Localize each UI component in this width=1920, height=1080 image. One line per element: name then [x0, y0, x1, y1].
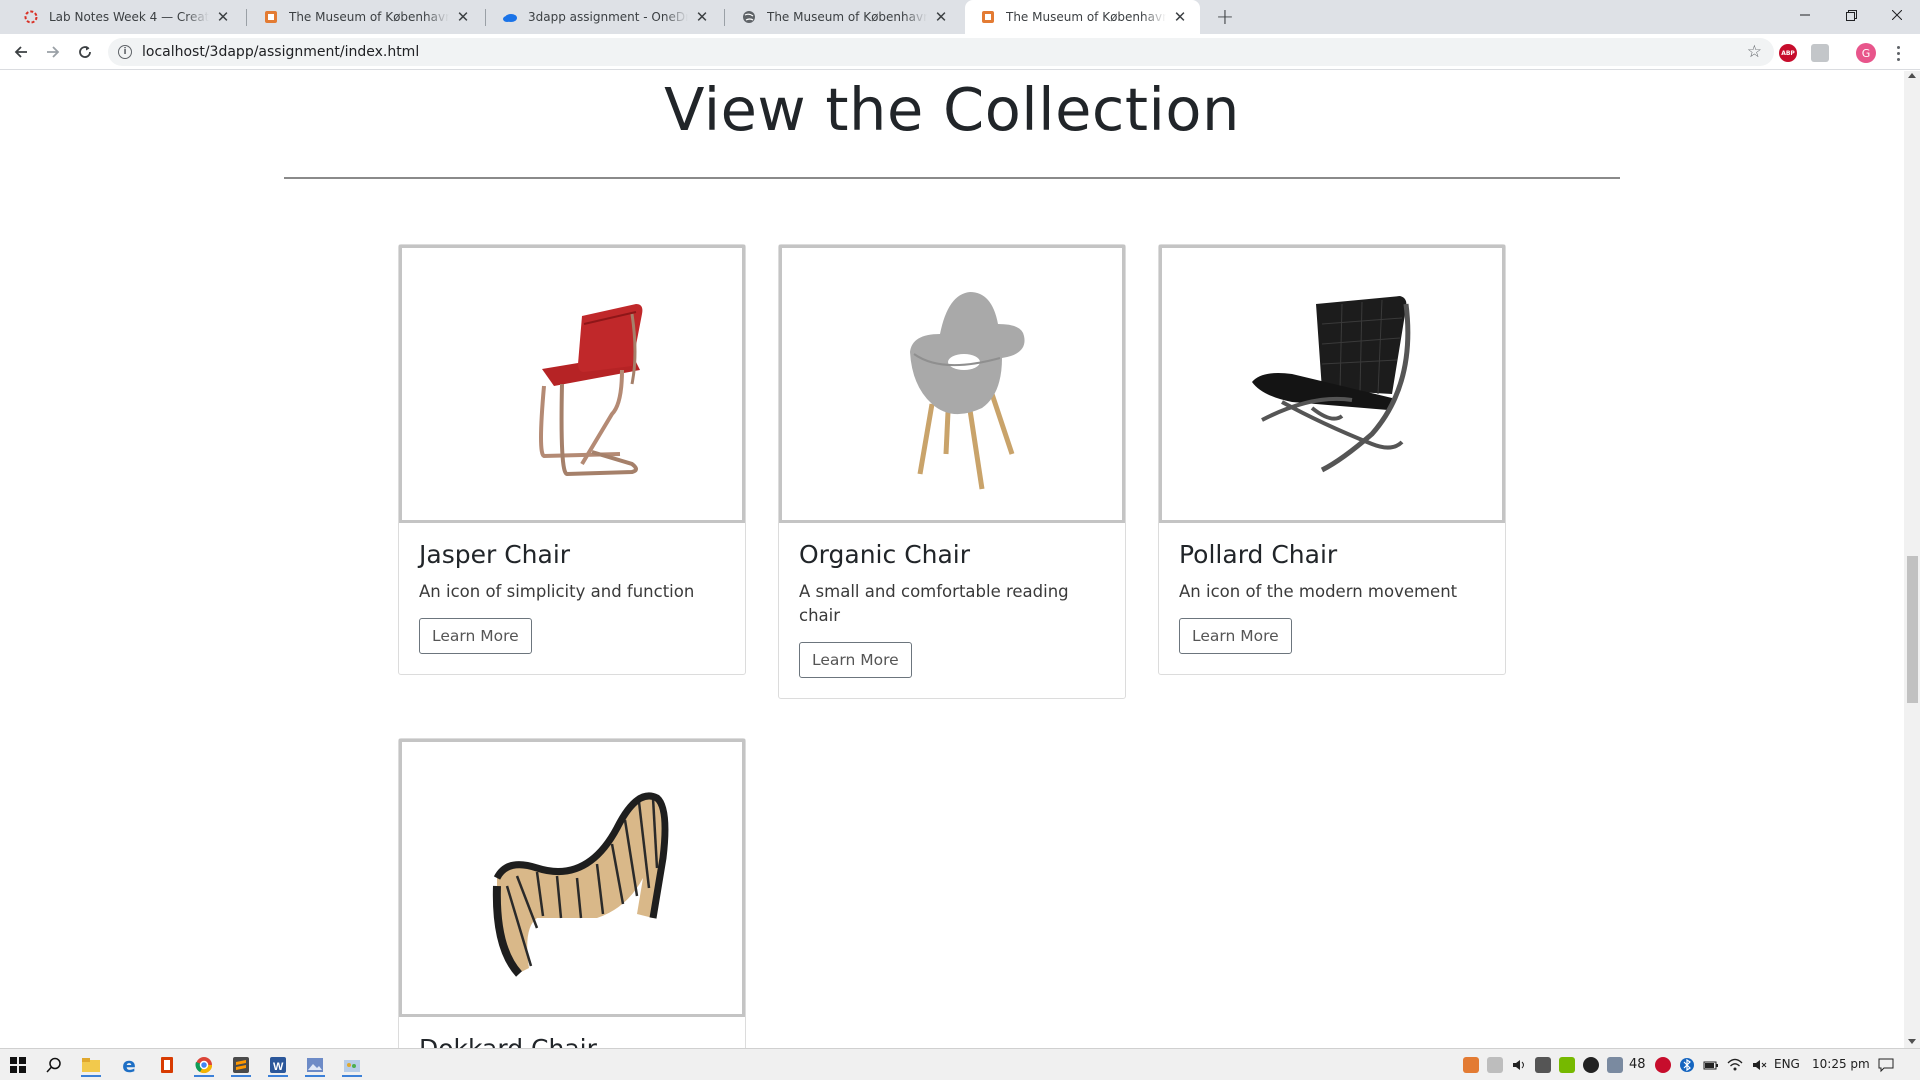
tab-museum-2[interactable]: The Museum of København ✕	[726, 0, 961, 34]
red-chair-image	[539, 304, 643, 477]
html5-tray-icon[interactable]	[1463, 1057, 1479, 1073]
collection-card-dokkard: Dokkard Chair	[398, 738, 746, 1048]
page-title: View the Collection	[664, 75, 1240, 144]
chair-image-jasper	[399, 245, 745, 523]
html5-icon	[263, 9, 279, 25]
globe-icon	[741, 9, 757, 25]
reload-icon	[79, 46, 91, 58]
card-title: Jasper Chair	[419, 540, 571, 569]
more-menu-icon[interactable]	[1890, 43, 1906, 63]
sync-tray-icon[interactable]	[1583, 1057, 1599, 1073]
tab-title: The Museum of København	[289, 10, 449, 24]
tab-museum-1[interactable]: The Museum of København ✕	[248, 0, 483, 34]
page-viewport: View the Collection Jasper Chair An icon…	[0, 71, 1920, 1048]
tab-museum-active[interactable]: The Museum of København ✕	[965, 0, 1200, 34]
learn-more-button[interactable]: Learn More	[799, 642, 912, 678]
reload-button[interactable]	[71, 38, 99, 66]
tab-title: 3dapp assignment - OneDrive	[528, 10, 688, 24]
divider	[284, 177, 1620, 179]
svg-text:W: W	[273, 1061, 284, 1073]
alert-tray-icon[interactable]	[1655, 1057, 1671, 1073]
card-title: Dokkard Chair	[419, 1034, 725, 1048]
keyboard-tray-icon[interactable]	[1535, 1057, 1551, 1073]
close-icon[interactable]: ✕	[694, 8, 710, 26]
tab-title: The Museum of København	[1006, 10, 1166, 24]
tray-count: 48	[1629, 1057, 1646, 1072]
cloud-icon	[502, 9, 518, 25]
file-explorer-icon[interactable]	[79, 1053, 103, 1077]
page-scrollbar[interactable]	[1904, 71, 1920, 1048]
chair-image-dokkard	[399, 739, 745, 1017]
grey-chair-image	[910, 292, 1025, 490]
search-icon[interactable]	[42, 1053, 66, 1077]
chair-image-pollard	[1159, 245, 1505, 523]
paint-icon[interactable]	[340, 1053, 364, 1077]
back-button[interactable]	[7, 38, 35, 66]
learn-more-button[interactable]: Learn More	[1179, 618, 1292, 654]
scroll-up-arrow-icon[interactable]	[1908, 73, 1916, 78]
avatar[interactable]: G	[1856, 43, 1876, 63]
info-icon[interactable]: i	[118, 45, 132, 59]
scroll-down-arrow-icon[interactable]	[1908, 1039, 1916, 1044]
card-description: A small and comfortable reading chair	[799, 582, 1069, 625]
learn-more-button[interactable]: Learn More	[419, 618, 532, 654]
close-icon[interactable]: ✕	[455, 8, 471, 26]
windows-start-icon[interactable]	[6, 1053, 30, 1077]
tab-title: Lab Notes Week 4 — Create a basic	[49, 10, 209, 24]
bluetooth-icon[interactable]	[1679, 1057, 1695, 1073]
card-title: Pollard Chair	[1179, 540, 1338, 569]
windows-taskbar: e W 48 ENG 10:25 pm	[0, 1048, 1920, 1080]
chair-image-organic	[779, 245, 1125, 523]
wifi-icon[interactable]	[1727, 1057, 1743, 1073]
image-viewer-icon[interactable]	[303, 1053, 327, 1077]
tab-lab-notes[interactable]: Lab Notes Week 4 — Create a basic ✕	[8, 0, 243, 34]
office-icon[interactable]	[155, 1053, 179, 1077]
collection-card-jasper: Jasper Chair An icon of simplicity and f…	[398, 244, 746, 675]
close-icon[interactable]: ✕	[215, 8, 231, 26]
sublime-icon[interactable]	[229, 1053, 253, 1077]
card-description: An icon of the modern movement	[1179, 582, 1458, 601]
close-window-button[interactable]	[1874, 0, 1920, 30]
scroll-thumb[interactable]	[1907, 556, 1918, 703]
word-icon[interactable]: W	[266, 1053, 290, 1077]
collection-card-pollard: Pollard Chair An icon of the modern move…	[1158, 244, 1506, 675]
app-tray-icon[interactable]	[1607, 1057, 1623, 1073]
collection-card-organic: Organic Chair A small and comfortable re…	[778, 244, 1126, 699]
language-indicator[interactable]: ENG	[1774, 1057, 1800, 1071]
chrome-icon[interactable]	[192, 1053, 216, 1077]
tab-title: The Museum of København	[767, 10, 927, 24]
network-tray-icon[interactable]	[1487, 1057, 1503, 1073]
wooden-chair-image	[492, 792, 669, 977]
tab-onedrive[interactable]: 3dapp assignment - OneDrive ✕	[487, 0, 722, 34]
notifications-icon[interactable]	[1878, 1057, 1894, 1073]
adblock-icon[interactable]: ABP	[1779, 44, 1797, 62]
extension-icon[interactable]	[1811, 44, 1829, 62]
battery-icon[interactable]	[1703, 1057, 1719, 1073]
forward-button[interactable]	[39, 38, 67, 66]
arrow-right-icon	[47, 46, 60, 58]
volume-icon[interactable]	[1511, 1057, 1527, 1073]
black-chair-image	[1252, 296, 1411, 473]
star-icon[interactable]: ☆	[1747, 43, 1762, 61]
close-icon[interactable]: ✕	[1172, 8, 1188, 26]
nvidia-icon[interactable]	[1559, 1057, 1575, 1073]
restore-button[interactable]	[1828, 0, 1874, 30]
card-description: An icon of simplicity and function	[419, 582, 695, 601]
card-title: Organic Chair	[799, 540, 971, 569]
edge-icon[interactable]: e	[117, 1053, 141, 1077]
minimize-button[interactable]	[1782, 0, 1828, 30]
tab-strip: Lab Notes Week 4 — Create a basic ✕ The …	[0, 0, 1920, 34]
html5-icon	[980, 9, 996, 25]
clock[interactable]: 10:25 pm	[1812, 1057, 1870, 1071]
arrow-left-icon	[14, 46, 27, 58]
loading-ring-icon	[23, 9, 39, 25]
adblock-label: ABP	[1781, 49, 1795, 57]
browser-toolbar: i localhost/3dapp/assignment/index.html …	[0, 34, 1920, 70]
mute-icon[interactable]	[1751, 1057, 1767, 1073]
address-bar[interactable]: i localhost/3dapp/assignment/index.html …	[108, 38, 1774, 66]
url-text: localhost/3dapp/assignment/index.html	[142, 44, 420, 60]
new-tab-button[interactable]: +	[1212, 5, 1238, 30]
close-icon[interactable]: ✕	[933, 8, 949, 26]
